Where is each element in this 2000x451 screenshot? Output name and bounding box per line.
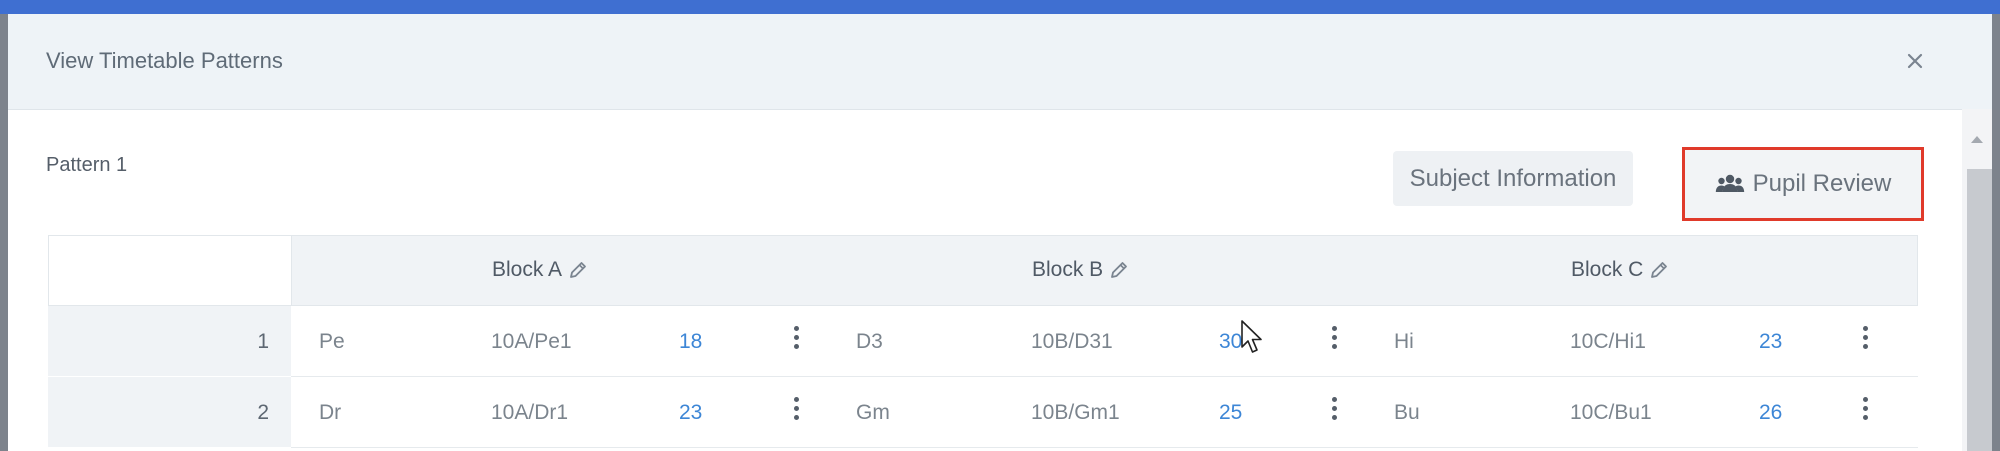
block-header-cells: Block A Block B Block C <box>291 235 1918 306</box>
subject-information-button[interactable]: Subject Information <box>1393 151 1633 206</box>
pupil-review-button[interactable]: Pupil Review <box>1682 147 1924 221</box>
subject-code: Hi <box>1394 330 1414 353</box>
subject-code: D3 <box>856 330 883 353</box>
close-icon <box>1907 53 1923 69</box>
subject-information-label: Subject Information <box>1409 164 1617 192</box>
pupil-count-link[interactable]: 30 <box>1219 330 1242 354</box>
scrollbar-thumb[interactable] <box>1967 169 1992 451</box>
block-b-label: Block B <box>1032 258 1104 281</box>
users-icon <box>1715 174 1744 192</box>
pupil-review-label: Pupil Review <box>1752 170 1892 197</box>
block-c-label: Block C <box>1571 258 1644 281</box>
pupil-count-link[interactable]: 23 <box>1759 330 1782 354</box>
row-cells: Pe 10A/Pe1 18 D3 10B/D31 30 Hi 10C/Hi1 2… <box>291 306 1918 377</box>
class-code: 10C/Bu1 <box>1570 401 1652 424</box>
row-number-cell: 1 <box>48 306 291 377</box>
pupil-count-link[interactable]: 18 <box>679 330 702 354</box>
mouse-pointer-icon <box>1241 320 1262 353</box>
block-b-header[interactable]: Block B <box>1032 258 1129 282</box>
class-code: 10A/Dr1 <box>491 401 569 424</box>
app-top-bar <box>0 0 2000 14</box>
class-code: 10B/D31 <box>1031 330 1113 353</box>
vertical-scrollbar[interactable] <box>1962 109 1992 451</box>
pencil-icon <box>570 262 586 278</box>
subject-code: Gm <box>856 401 890 424</box>
row-number: 2 <box>257 401 269 424</box>
kebab-menu-icon[interactable] <box>790 397 802 427</box>
timetable-patterns-modal: View Timetable Patterns Pattern 1 Subjec… <box>8 14 1992 451</box>
block-header-row: Block A Block B Block C <box>48 235 1918 306</box>
kebab-menu-icon[interactable] <box>1859 326 1871 356</box>
subject-code: Dr <box>319 401 342 424</box>
pattern-title: Pattern 1 <box>46 154 128 176</box>
block-c-header[interactable]: Block C <box>1571 258 1669 282</box>
class-code: 10B/Gm1 <box>1031 401 1120 424</box>
block-a-header[interactable]: Block A <box>492 258 588 282</box>
pupil-count-link[interactable]: 23 <box>679 401 702 425</box>
kebab-menu-icon[interactable] <box>790 326 802 356</box>
close-button[interactable] <box>1898 44 1932 78</box>
pupil-count-link[interactable]: 26 <box>1759 401 1782 425</box>
class-code: 10C/Hi1 <box>1570 330 1646 353</box>
scroll-up-arrow-icon[interactable] <box>1962 129 1992 149</box>
subject-code: Pe <box>319 330 345 353</box>
pencil-icon <box>1651 262 1668 278</box>
kebab-menu-icon[interactable] <box>1859 397 1871 427</box>
modal-title: View Timetable Patterns <box>46 48 283 73</box>
pupil-count-link[interactable]: 25 <box>1219 401 1242 425</box>
subject-code: Bu <box>1394 401 1420 424</box>
pencil-icon <box>1111 262 1128 278</box>
row-number: 1 <box>257 330 269 353</box>
kebab-menu-icon[interactable] <box>1328 326 1340 356</box>
class-code: 10A/Pe1 <box>491 330 572 353</box>
block-a-label: Block A <box>492 258 563 281</box>
table-row: 2 Dr 10A/Dr1 23 Gm 10B/Gm1 25 Bu 10C/Bu1… <box>48 377 1918 448</box>
timetable-pattern-grid: Block A Block B Block C 1 Pe 10A/Pe1 18 … <box>48 235 1918 448</box>
row-cells: Dr 10A/Dr1 23 Gm 10B/Gm1 25 Bu 10C/Bu1 2… <box>291 377 1918 448</box>
row-number-cell: 2 <box>48 377 291 448</box>
header-corner-cell <box>48 235 291 306</box>
kebab-menu-icon[interactable] <box>1328 397 1340 427</box>
table-row: 1 Pe 10A/Pe1 18 D3 10B/D31 30 Hi 10C/Hi1… <box>48 306 1918 377</box>
modal-header: View Timetable Patterns <box>8 14 1992 110</box>
